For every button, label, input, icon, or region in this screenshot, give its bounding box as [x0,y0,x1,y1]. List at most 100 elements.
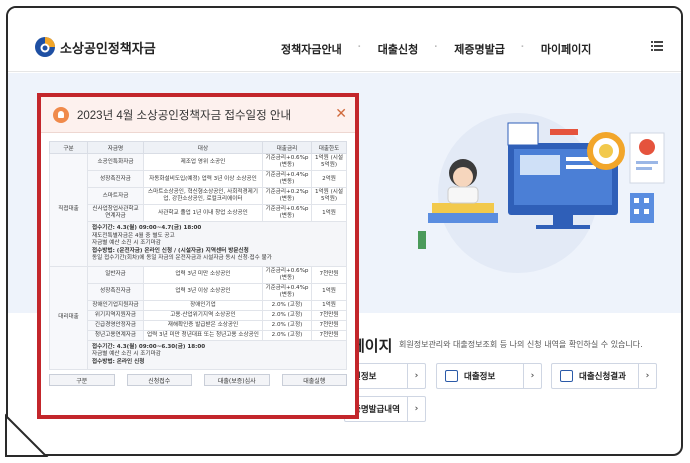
fund-name: 긴급경영안정자금 [87,319,144,331]
table-row: 직접대출 소공인특화자금 제조업 영위 소공인 기준금리+0.6%p (변동) … [49,153,347,267]
col-header: 자금명 [87,141,144,154]
tile-loan-result-label: 대출신청결과 [579,372,626,382]
category-cell: 직접대출 [49,153,88,267]
fund-target: 고용·산업위기지역 소상공인 [143,309,263,321]
fund-rate: 기준금리+0.6%p (변동) [261,153,313,171]
notes-row: 접수기간: 4.3(월) 09:00~4.7(금) 18:00 재도전특별자금은… [50,221,347,267]
fund-name: 소공인특화자금 [87,153,144,171]
table-row: 성장촉진자금 자동화설비도입(예정) 업력 3년 이상 소상공인 기준금리+0.… [50,170,347,188]
chevron-right-icon: › [407,364,425,388]
fund-name: 스마트자금 [87,187,144,205]
table-row: 스마트자금 스마트소상공인, 혁신형소상공인, 사회적경제기업, 강한소상공인,… [50,187,347,205]
tile-loan-info-label: 대출정보 [464,372,496,382]
col-header: 대출한도 [311,141,347,154]
note-line: 접수방법: (운전자금) 온라인 신청 / (시설자금) 지역센터 방문신청 [92,247,249,254]
nav-item-mypage[interactable]: 마이페이지 [521,41,610,57]
note-line: 접수방법: 온라인 신청 [92,358,145,365]
fund-name: 일반자금 [87,265,144,284]
fund-name: 성장촉진자금 [87,282,144,301]
chevron-right-icon: › [638,364,656,388]
fund-name: 신사업창업사관학교 연계자금 [87,204,144,222]
fund-rate: 기준금리+0.4%p (변동) [261,170,313,188]
popup-title: 2023년 4월 소상공인정책자금 접수일정 안내 [77,109,292,122]
fund-limit: 1억원 (시설 5억원) [311,153,347,171]
popup-button-row: 구분 신청접수 대출(보증)심사 대출실행 [41,370,355,390]
table-row: 장애인기업지원자금 장애인기업 2.0% (고정) 1억원 [50,299,347,311]
fund-limit: 1억원 (시설 5억원) [311,187,347,205]
table-row: 청년고용연계자금 업력 3년 미만 청년대표 또는 청년고용 소상공인 2.0%… [50,329,347,341]
note-line: 자금별 예산 소진 시 조기마감 [92,240,161,246]
schedule-table: 구분 자금명 대상 대출금리 대출한도 직접대출 소공인특화자금 제조업 영위 … [49,141,347,370]
step-button-apply[interactable]: 신청접수 [126,374,192,386]
fund-rate: 2.0% (고정) [261,319,313,331]
table-row: 신사업창업사관학교 연계자금 사관학교 졸업 1년 이내 창업 소상공인 기준금… [50,204,347,222]
fund-target: 제조업 영위 소공인 [143,153,263,171]
category-cell: 대리대출 [49,265,88,370]
step-button-execute[interactable]: 대출실행 [281,374,347,386]
table-row: 대리대출 일반자금 업력 3년 미만 소상공인 기준금리+0.6%p (변동) … [49,265,347,370]
site-logo[interactable]: 소상공인정책자금 [34,36,156,58]
browser-frame: 소상공인정책자금 정책자금안내 대출신청 제증명발급 마이페이지 [6,6,683,456]
logo-text: 소상공인정책자금 [60,40,156,56]
fund-limit: 1억원 [311,299,347,311]
col-header: 대상 [143,141,263,154]
fund-rate: 기준금리+0.2%p (변동) [261,187,313,205]
fund-target: 업력 3년 미만 소상공인 [143,265,263,284]
agency-notes: 접수기간: 4.3(월) 09:00~6.30(금) 18:00 자금별 예산 … [87,339,347,370]
note-line: 접수기간: 4.3(월) 09:00~4.7(금) 18:00 [92,225,202,231]
tile-loan-info[interactable]: 대출정보 › [436,363,542,389]
nav-item-loan-apply[interactable]: 대출신청 [358,41,436,57]
step-button-category[interactable]: 구분 [49,374,115,386]
fund-limit: 2억원 [311,170,347,188]
fund-target: 업력 3년 미만 청년대표 또는 청년고용 소상공인 [143,329,263,341]
hero-illustration [418,113,665,273]
popup-header: 2023년 4월 소상공인정책자금 접수일정 안내 ✕ [41,97,355,133]
bell-icon [53,106,69,123]
fund-name: 청년고용연계자금 [87,329,144,341]
mypage-description: 회원정보관리와 대출정보조회 등 나의 신청 내역을 확인하실 수 있습니다. [399,340,643,349]
fund-rate: 기준금리+0.6%p (변동) [261,265,313,284]
note-line: 재도전특별자금은 4월 중 별도 공고 [92,232,175,239]
nav-item-policy-fund[interactable]: 정책자금안내 [263,41,360,57]
popup-body: 구분 자금명 대상 대출금리 대출한도 직접대출 소공인특화자금 제조업 영위 … [41,133,355,370]
close-icon[interactable]: ✕ [335,106,347,122]
tile-loan-result[interactable]: 대출신청결과 › [551,363,657,389]
schedule-popup: 2023년 4월 소상공인정책자금 접수일정 안내 ✕ 구분 자금명 대상 대출… [37,93,359,419]
fund-rate: 2.0% (고정) [261,309,313,321]
fund-target: 자동화설비도입(예정) 업력 3년 이상 소상공인 [143,170,263,188]
table-row: 성장촉진자금 업력 3년 이상 소상공인 기준금리+0.4%p (변동) 1억원 [50,282,347,301]
table-row: 긴급경영안정자금 재해확인증 발급받은 소상공인 2.0% (고정) 7천만원 [50,319,347,331]
page-fold-icon [0,410,52,463]
col-header: 구분 [49,141,88,154]
note-line: 동일 접수기간(회차)에 동일 자금의 운전자금과 시설자금 동시 신청·접수 … [92,255,272,261]
hamburger-menu-icon[interactable] [651,41,663,51]
direct-notes: 접수기간: 4.3(월) 09:00~4.7(금) 18:00 재도전특별자금은… [87,221,347,267]
fund-name: 위기지역지원자금 [87,309,144,321]
fund-target: 장애인기업 [143,299,263,311]
chevron-right-icon: › [523,364,541,388]
site-header: 소상공인정책자금 정책자금안내 대출신청 제증명발급 마이페이지 [8,8,681,72]
step-button-review[interactable]: 대출(보증)심사 [204,374,270,386]
note-line: 자금별 예산 소진 시 조기마감 [92,351,161,357]
fund-name: 장애인기업지원자금 [87,299,144,311]
fund-rate: 기준금리+0.4%p (변동) [261,282,313,301]
fund-limit: 7천만원 [311,319,347,331]
nav-item-certificate[interactable]: 제증명발급 [434,41,523,57]
notes-row: 접수기간: 4.3(월) 09:00~6.30(금) 18:00 자금별 예산 … [50,339,347,370]
fund-rate: 2.0% (고정) [261,329,313,341]
table-row: 위기지역지원자금 고용·산업위기지역 소상공인 2.0% (고정) 7천만원 [50,309,347,321]
calendar-icon [560,370,573,382]
fund-rate: 2.0% (고정) [261,299,313,311]
fund-target: 스마트소상공인, 혁신형소상공인, 사회적경제기업, 강한소상공인, 로컬크리에… [143,187,263,205]
fund-limit: 1억원 [311,282,347,301]
fund-rate: 기준금리+0.6%p (변동) [261,204,313,222]
map-icon [445,370,458,382]
fund-limit: 7천만원 [311,309,347,321]
main-nav: 정책자금안내 대출신청 제증명발급 마이페이지 [263,41,609,57]
fund-limit: 7천만원 [311,265,347,284]
note-line: 접수기간: 4.3(월) 09:00~6.30(금) 18:00 [92,343,206,350]
fund-target: 재해확인증 발급받은 소상공인 [143,319,263,331]
col-header: 대출금리 [261,141,313,154]
fund-limit: 7천만원 [311,329,347,341]
fund-target: 사관학교 졸업 1년 이내 창업 소상공인 [143,204,263,222]
